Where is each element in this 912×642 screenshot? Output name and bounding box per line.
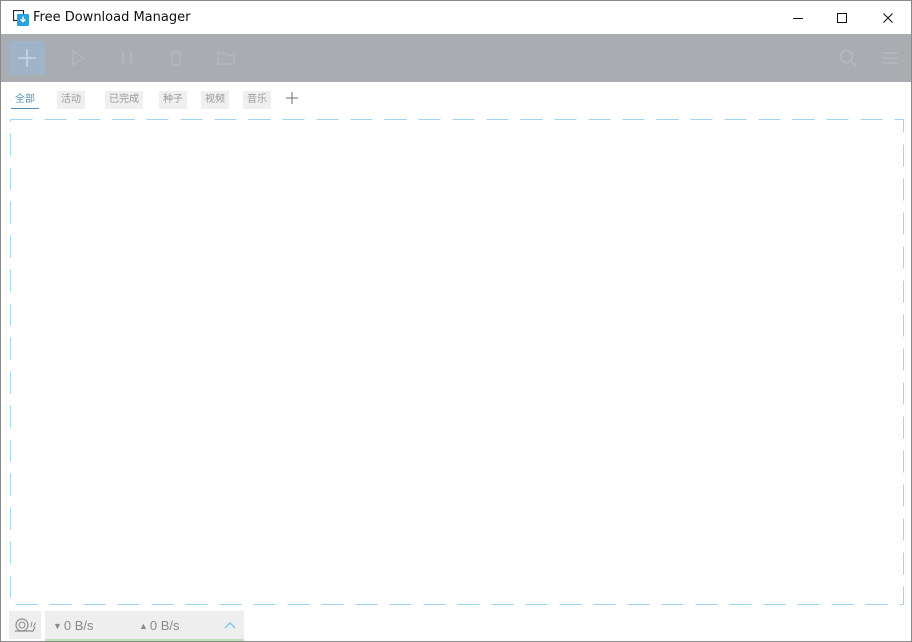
add-icon: [18, 49, 36, 67]
tab-torrents[interactable]: 种子: [159, 91, 187, 109]
download-speed: ▼ 0 B/s: [53, 618, 94, 633]
tab-active[interactable]: 活动: [57, 91, 85, 109]
close-icon: [883, 12, 893, 23]
download-list-drop-area[interactable]: [10, 119, 904, 605]
snail-mode-button[interactable]: [9, 611, 41, 639]
tab-all[interactable]: 全部: [11, 91, 39, 109]
delete-icon[interactable]: [165, 47, 187, 69]
download-speed-value: 0 B/s: [63, 618, 94, 633]
add-download-button[interactable]: [9, 41, 45, 75]
pause-icon[interactable]: [116, 47, 138, 69]
minimize-icon: [793, 17, 803, 19]
window-title: Free Download Manager: [33, 10, 191, 25]
chevron-up-icon[interactable]: [223, 619, 237, 631]
upload-arrow-icon: ▲: [139, 621, 148, 631]
play-icon[interactable]: [67, 47, 89, 69]
toolbar: [1, 34, 911, 82]
minimize-button[interactable]: [775, 1, 821, 34]
menu-icon[interactable]: [879, 47, 901, 69]
app-logo-icon: [13, 10, 29, 26]
folder-icon[interactable]: [215, 47, 237, 69]
app-window: Free Download Manager 全部 活动 已完成 种子 视频 音乐…: [0, 0, 912, 642]
download-arrow-icon: ▼: [53, 621, 62, 631]
maximize-button[interactable]: [819, 1, 865, 34]
filter-tabs: 全部 活动 已完成 种子 视频 音乐: [1, 82, 911, 114]
search-icon[interactable]: [837, 47, 859, 69]
snail-icon: [15, 618, 36, 632]
tab-videos[interactable]: 视频: [201, 91, 229, 109]
upload-speed: ▲ 0 B/s: [139, 618, 180, 633]
title-bar: Free Download Manager: [1, 1, 911, 34]
tab-completed[interactable]: 已完成: [105, 91, 143, 109]
status-bar: ▼ 0 B/s ▲ 0 B/s: [1, 608, 911, 641]
close-button[interactable]: [865, 1, 911, 34]
tab-music[interactable]: 音乐: [243, 91, 271, 109]
maximize-icon: [837, 12, 847, 23]
speed-panel[interactable]: ▼ 0 B/s ▲ 0 B/s: [45, 611, 244, 641]
add-tab-plus-icon[interactable]: [284, 90, 300, 106]
upload-speed-value: 0 B/s: [149, 618, 180, 633]
